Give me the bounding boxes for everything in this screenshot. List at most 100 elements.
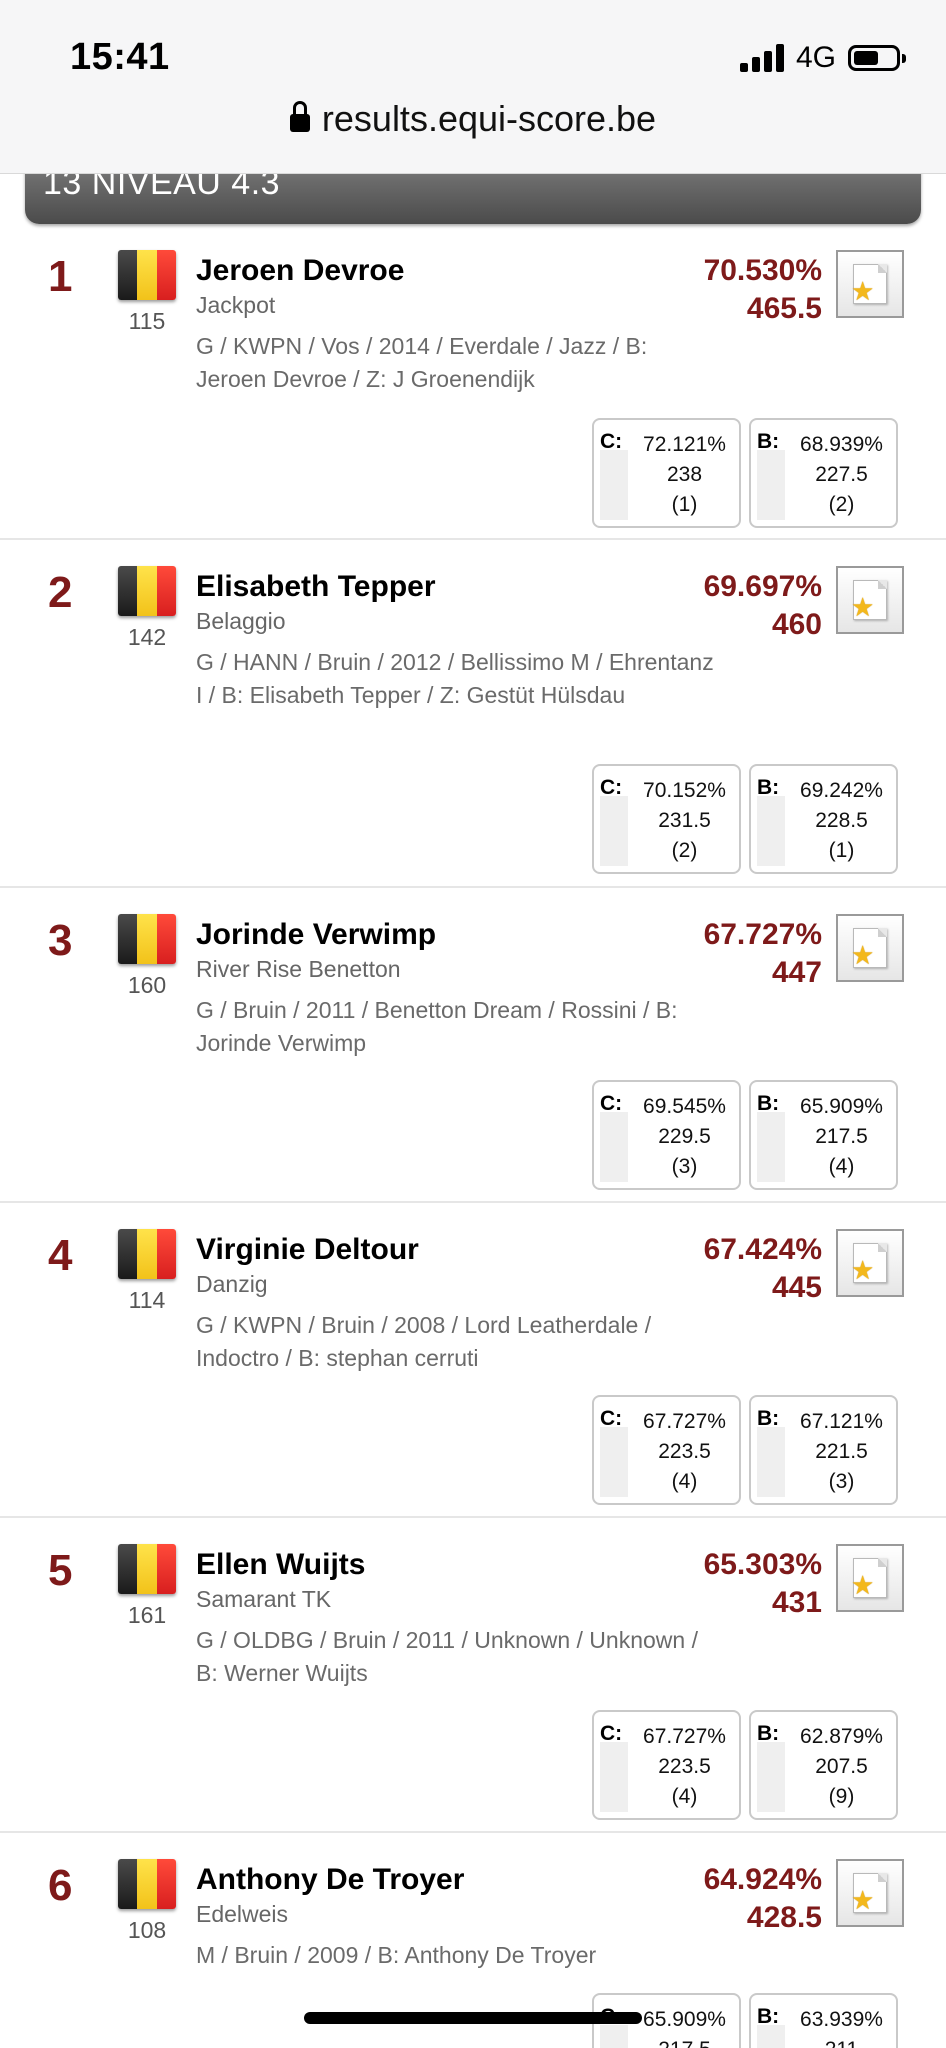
judge-score-c: C: 69.545% 229.5 (3) — [592, 1080, 741, 1190]
horse-details: G / KWPN / Vos / 2014 / Everdale / Jazz … — [196, 333, 648, 392]
judge-score-b: B: 68.939% 227.5 (2) — [749, 418, 898, 528]
url-text: results.equi-score.be — [321, 98, 657, 139]
horse-name: River Rise Benetton — [196, 956, 401, 982]
judge-points: 211 — [791, 2035, 892, 2048]
judge-percent: 69.545% — [643, 1095, 726, 1118]
judge-points: 217.5 — [815, 1125, 868, 1148]
judge-score-c: C: 72.121% 238 (1) — [592, 418, 741, 528]
judge-points: 217.5 — [634, 2035, 735, 2048]
score-sheet-button[interactable]: ★ — [836, 1544, 904, 1612]
judge-place: (1) — [671, 493, 698, 516]
judge-points: 221.5 — [815, 1440, 868, 1463]
signal-icon — [740, 44, 786, 72]
horse-details: M / Bruin / 2009 / B: Anthony De Troyer — [196, 1942, 597, 1968]
score-sheet-button[interactable]: ★ — [836, 1229, 904, 1297]
result-row[interactable]: 3 160 Jorinde Verwimp River Rise Benetto… — [0, 888, 946, 1203]
result-row[interactable]: 2 142 Elisabeth Tepper Belaggio G / HANN… — [0, 540, 946, 888]
judge-letter: B: — [757, 1092, 780, 1115]
judge-scores: C: 72.121% 238 (1) B: 68.939% 227.5 (2) — [584, 418, 898, 528]
horse-details: G / KWPN / Bruin / 2008 / Lord Leatherda… — [196, 1312, 652, 1371]
start-number: 114 — [128, 1287, 166, 1313]
result-row[interactable]: 1 115 Jeroen Devroe Jackpot G / KWPN / V… — [0, 224, 946, 540]
horse-name: Danzig — [196, 1271, 268, 1297]
judge-place: (9) — [828, 1785, 855, 1808]
judge-letter: C: — [600, 1722, 623, 1745]
judge-scores: C: 67.727% 223.5 (4) B: 67.121% 221.5 (3… — [584, 1395, 898, 1505]
belgium-flag-icon — [118, 914, 176, 964]
judge-place: (2) — [828, 493, 855, 516]
total-points: 428.5 — [746, 1901, 822, 1934]
horse-name: Jackpot — [196, 292, 276, 318]
horse-details: G / HANN / Bruin / 2012 / Bellissimo M /… — [196, 649, 714, 708]
total-points: 447 — [771, 956, 822, 989]
results-list: 1 115 Jeroen Devroe Jackpot G / KWPN / V… — [0, 224, 946, 2048]
judge-points: 207.5 — [815, 1755, 868, 1778]
horse-name: Samarant TK — [196, 1586, 332, 1612]
rider-name: Anthony De Troyer — [196, 1863, 465, 1896]
start-number: 160 — [127, 972, 167, 998]
horse-name: Belaggio — [196, 608, 286, 634]
total-percent: 67.727% — [703, 918, 822, 951]
rider-name: Jorinde Verwimp — [196, 918, 437, 951]
rank: 4 — [48, 1231, 73, 1280]
judge-letter: C: — [600, 1407, 623, 1430]
judge-place: (3) — [828, 1470, 855, 1493]
score-sheet-button[interactable]: ★ — [836, 1859, 904, 1927]
total-percent: 69.697% — [703, 570, 822, 603]
total-percent: 65.303% — [703, 1548, 822, 1581]
score-sheet-button[interactable]: ★ — [836, 914, 904, 982]
total-percent: 70.530% — [703, 254, 822, 287]
belgium-flag-icon — [118, 566, 176, 616]
rider-name: Ellen Wuijts — [196, 1548, 366, 1581]
lock-icon — [289, 101, 310, 132]
judge-percent: 65.909% — [643, 2008, 726, 2031]
belgium-flag-icon — [118, 1229, 176, 1279]
judge-scores: C: 67.727% 223.5 (4) B: 62.879% 207.5 (9… — [584, 1710, 898, 1820]
result-row[interactable]: 4 114 Virginie Deltour Danzig G / KWPN /… — [0, 1203, 946, 1518]
judge-points: 223.5 — [658, 1440, 711, 1463]
start-number: 142 — [127, 624, 167, 650]
judge-percent: 67.121% — [800, 1410, 883, 1433]
result-row[interactable]: 5 161 Ellen Wuijts Samarant TK G / OLDBG… — [0, 1518, 946, 1833]
address-bar[interactable]: results.equi-score.be — [0, 98, 946, 140]
judge-percent: 70.152% — [643, 779, 726, 802]
total-points: 445 — [771, 1271, 822, 1304]
home-indicator[interactable] — [304, 2012, 642, 2024]
judge-place: (2) — [671, 839, 698, 862]
belgium-flag-icon — [118, 1544, 176, 1594]
start-number: 115 — [128, 308, 166, 334]
start-number: 161 — [127, 1602, 167, 1628]
belgium-flag-icon — [118, 1859, 176, 1909]
score-sheet-button[interactable]: ★ — [836, 566, 904, 634]
horse-details: G / Bruin / 2011 / Benetton Dream / Ross… — [196, 997, 678, 1056]
judge-points: 231.5 — [658, 809, 711, 832]
total-points: 465.5 — [746, 292, 822, 325]
judge-score-b: B: 69.242% 228.5 (1) — [749, 764, 898, 874]
rider-name: Jeroen Devroe — [196, 254, 405, 287]
judge-percent: 67.727% — [643, 1725, 726, 1748]
total-points: 460 — [771, 608, 822, 641]
results-page: 15:41 4G results.equi-score.be 13 NIVEAU… — [0, 0, 946, 2048]
total-percent: 67.424% — [703, 1233, 822, 1266]
score-sheet-button[interactable]: ★ — [836, 250, 904, 318]
judge-score-b: B: 63.939% 211 — [749, 1993, 898, 2048]
network-type: 4G — [796, 41, 837, 74]
star-icon: ★ — [851, 940, 875, 970]
judge-percent: 62.879% — [800, 1725, 883, 1748]
judge-points: 229.5 — [658, 1125, 711, 1148]
judge-points: 228.5 — [815, 809, 868, 832]
judge-percent: 68.939% — [800, 433, 883, 456]
judge-percent: 72.121% — [643, 433, 726, 456]
judge-letter: C: — [600, 776, 623, 799]
judge-letter: B: — [757, 2005, 780, 2028]
rank: 6 — [48, 1861, 73, 1910]
judge-score-b: B: 62.879% 207.5 (9) — [749, 1710, 898, 1820]
judge-score-c: C: 70.152% 231.5 (2) — [592, 764, 741, 874]
judge-letter: B: — [757, 776, 780, 799]
judge-place: (4) — [828, 1155, 855, 1178]
battery-icon — [848, 45, 906, 71]
judge-percent: 63.939% — [800, 2008, 883, 2031]
judge-letter: B: — [757, 430, 780, 453]
horse-name: Edelweis — [196, 1901, 289, 1927]
judge-place: (4) — [671, 1470, 698, 1493]
